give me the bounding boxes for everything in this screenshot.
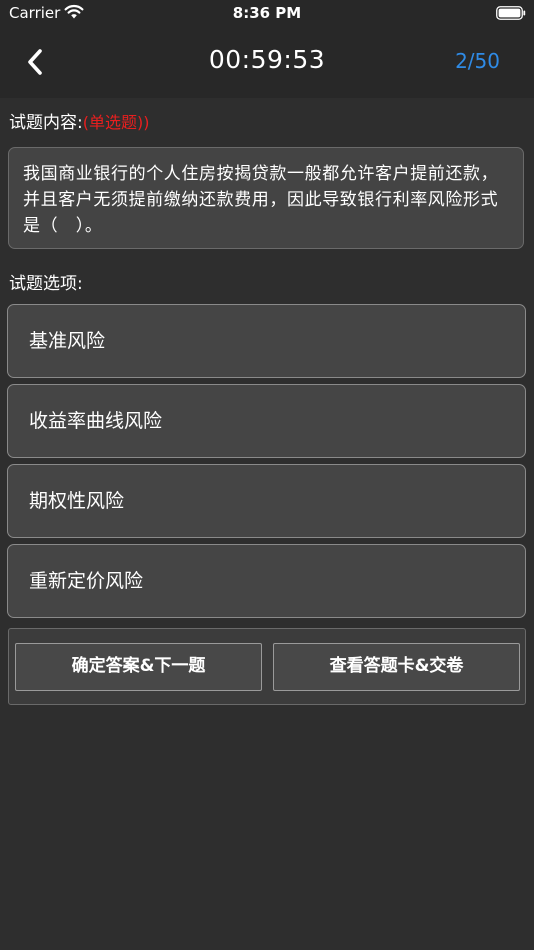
options-section-label: 试题选项:: [9, 274, 83, 294]
status-time: 8:36 PM: [232, 4, 302, 22]
action-panel: 确定答案&下一题 查看答题卡&交卷: [8, 628, 526, 705]
question-content-label: 试题内容:: [9, 113, 83, 133]
battery-icon: [496, 6, 526, 20]
answer-card-submit-button[interactable]: 查看答题卡&交卷: [273, 643, 520, 691]
countdown-timer: 00:59:53: [208, 45, 326, 74]
option-a[interactable]: 基准风险: [7, 304, 526, 378]
question-text: 我国商业银行的个人住房按揭贷款一般都允许客户提前还款，并且客户无须提前缴纳还款费…: [8, 147, 524, 249]
status-bar: Carrier 8:36 PM: [0, 0, 534, 28]
question-progress[interactable]: 2/50: [455, 49, 500, 73]
question-section-label: 试题内容:(单选题)): [9, 108, 149, 133]
option-d[interactable]: 重新定价风险: [7, 544, 526, 618]
nav-bar: 00:59:53 2/50: [0, 28, 534, 98]
option-b[interactable]: 收益率曲线风险: [7, 384, 526, 458]
question-type-label: (单选题)): [82, 113, 150, 132]
confirm-next-button[interactable]: 确定答案&下一题: [15, 643, 262, 691]
option-c[interactable]: 期权性风险: [7, 464, 526, 538]
